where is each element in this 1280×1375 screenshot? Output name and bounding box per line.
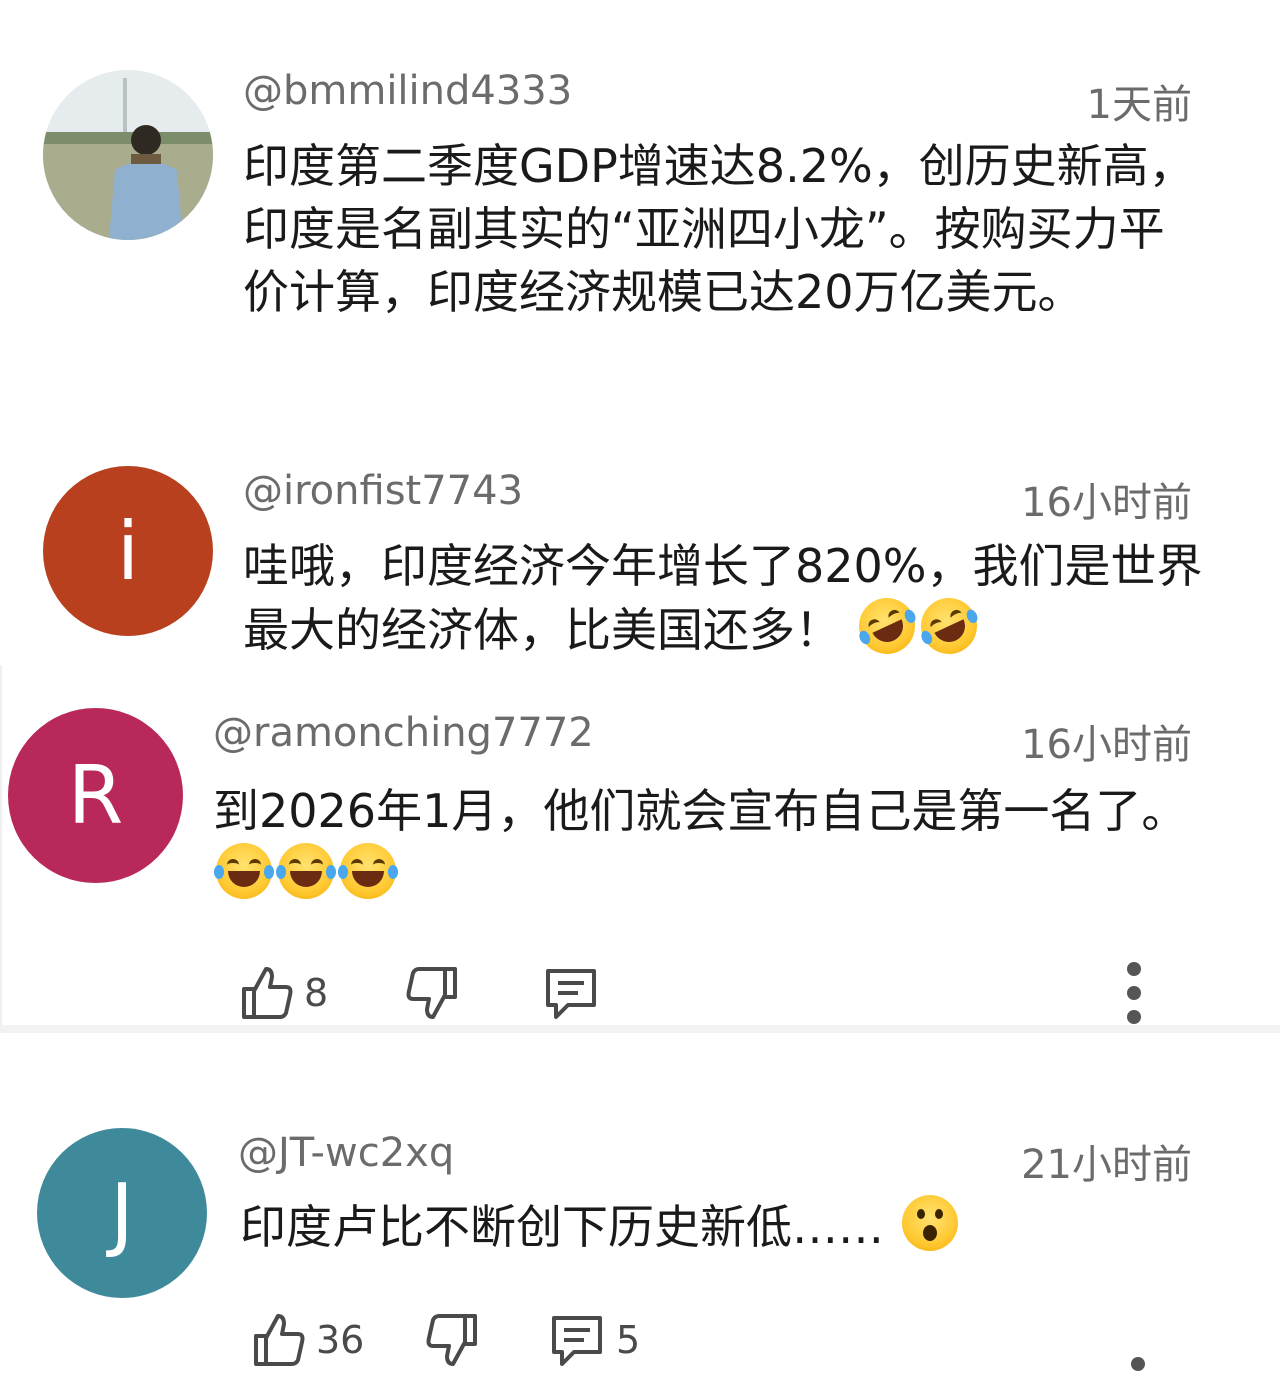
like-button[interactable]: 8 (240, 958, 328, 1028)
rofl-emoji (849, 588, 924, 664)
reply-count: 5 (616, 1318, 641, 1362)
comment-actions: 36 5 (0, 1305, 1280, 1375)
comment-icon (552, 1316, 602, 1366)
avatar[interactable]: i (43, 466, 213, 636)
more-vertical-icon (1131, 1357, 1145, 1371)
avatar[interactable]: J (37, 1128, 207, 1298)
comment-text: 到2026年1月，他们就会宣布自己是第一名了。 (213, 784, 1188, 838)
like-count: 36 (316, 1318, 365, 1362)
comment-username[interactable]: @ramonching7772 (213, 710, 594, 756)
like-count: 8 (304, 971, 329, 1015)
comment-timestamp: 16小时前 (1021, 722, 1192, 768)
comment-username[interactable]: @JT-wc2xq (238, 1130, 454, 1176)
avatar[interactable] (43, 70, 213, 240)
dislike-button[interactable] (405, 958, 459, 1028)
section-divider (0, 1025, 1280, 1033)
more-options-button[interactable] (1122, 958, 1146, 1028)
avatar-letter: R (67, 749, 124, 842)
rofl-emoji (911, 588, 986, 664)
like-button[interactable]: 36 (252, 1305, 364, 1375)
avatar-letter: i (116, 504, 140, 598)
comment-text: 印度卢比不断创下历史新低…… (240, 1200, 884, 1254)
comment-icon (546, 969, 596, 1019)
thumbs-up-icon (242, 967, 293, 1019)
tears-of-joy-emoji (338, 843, 398, 899)
comment-text-wrapper: 到2026年1月，他们就会宣布自己是第一名了。 (213, 780, 1193, 907)
comment-actions: 8 (0, 958, 1280, 1028)
dislike-button[interactable] (425, 1305, 479, 1375)
more-options-button[interactable] (1126, 1305, 1150, 1375)
comment-timestamp: 16小时前 (1021, 480, 1192, 526)
thumbs-down-icon (406, 967, 457, 1019)
avatar[interactable]: R (8, 708, 183, 883)
thumbs-down-icon (426, 1314, 477, 1366)
more-vertical-icon (1127, 962, 1141, 1024)
comment-text-wrapper: 哇哦，印度经济今年增长了820%，我们是世界最大的经济体，比美国还多！ (243, 535, 1218, 664)
surprised-emoji (901, 1195, 958, 1251)
comment-text: 哇哦，印度经济今年增长了820%，我们是世界最大的经济体，比美国还多！ (243, 539, 1203, 657)
thumbs-up-icon (254, 1314, 305, 1366)
tears-of-joy-emoji (276, 843, 336, 899)
person-photo-icon (43, 70, 213, 240)
tears-of-joy-emoji (214, 843, 274, 899)
comment-timestamp: 21小时前 (1021, 1142, 1192, 1188)
comment-text: 印度第二季度GDP增速达8.2%，创历史新高，印度是名副其实的“亚洲四小龙”。按… (243, 139, 1195, 319)
reply-button[interactable] (542, 958, 600, 1028)
reply-button[interactable]: 5 (548, 1305, 640, 1375)
comment-username[interactable]: @bmmilind4333 (243, 68, 572, 114)
comment-timestamp: 1天前 (1086, 82, 1192, 128)
comment-text-wrapper: 印度卢比不断创下历史新低…… (240, 1195, 1220, 1259)
avatar-letter: J (110, 1166, 134, 1260)
comment-username[interactable]: @ironfist7743 (243, 468, 523, 514)
